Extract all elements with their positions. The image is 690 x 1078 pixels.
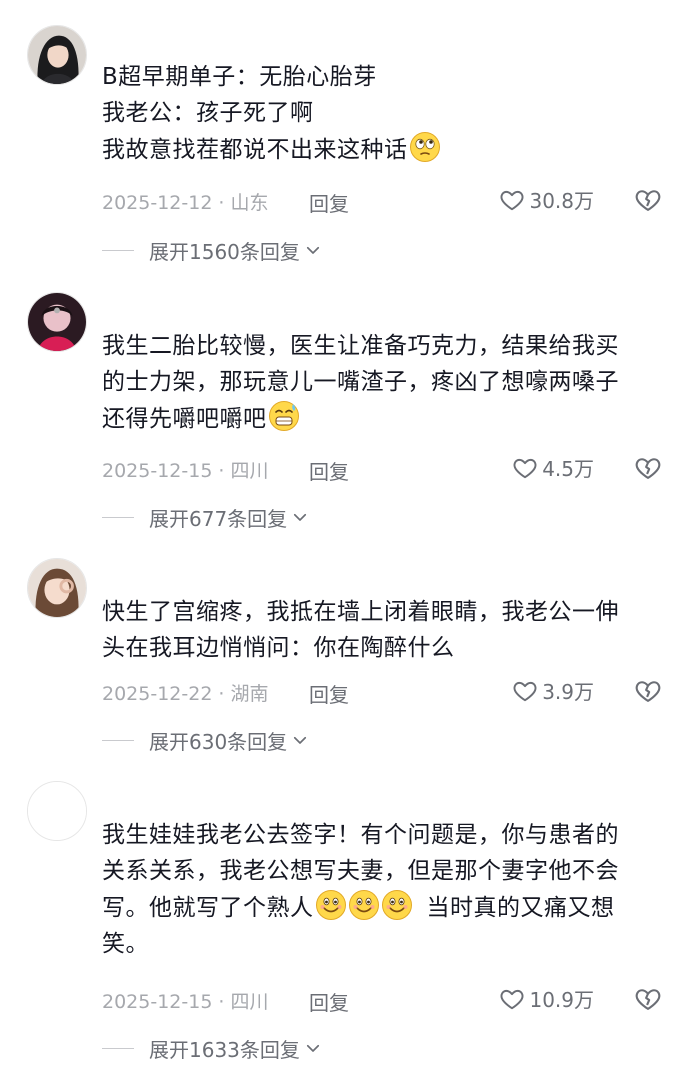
like-count: 10.9万 <box>529 988 594 1012</box>
expand-replies-label: 展开630条回复 <box>149 729 288 754</box>
reply-button[interactable]: 回复 <box>309 679 349 708</box>
chevron-down-icon <box>304 241 322 259</box>
heart-outline-icon <box>512 678 538 704</box>
rolling-eyes-emoji <box>409 131 441 163</box>
expand-replies-label: 展开1633条回复 <box>149 1037 300 1062</box>
divider <box>102 1047 134 1049</box>
comment-line: 还得先嚼吧嚼吧 <box>102 406 267 432</box>
expand-replies-button[interactable]: 展开1633条回复 <box>102 1033 322 1063</box>
smile-emoji <box>348 889 380 921</box>
comment-text: 我生娃娃我老公去签字！有个问题是，你与患者的 关系关系，我老公想写夫妻，但是那个… <box>102 817 662 962</box>
comment-text: 我生二胎比较慢，医生让准备巧克力，结果给我买 的士力架，那玩意儿一嘴渣子，疼凶了… <box>102 328 662 437</box>
comment-line: 我生娃娃我老公去签字！有个问题是，你与患者的 <box>102 822 619 848</box>
expand-replies-label: 展开677条回复 <box>149 506 288 531</box>
like-button[interactable]: 3.9万 <box>512 676 594 705</box>
divider <box>102 516 134 518</box>
comment-text: 快生了宫缩疼，我抵在墙上闭着眼睛，我老公一伸 头在我耳边悄悄问：你在陶醉什么 <box>102 594 662 666</box>
comment-line: 快生了宫缩疼，我抵在墙上闭着眼睛，我老公一伸 <box>102 599 619 625</box>
reply-button[interactable]: 回复 <box>309 456 349 485</box>
divider <box>102 739 134 741</box>
avatar[interactable] <box>27 292 87 352</box>
comment-line: 我故意找茬都说不出来这种话 <box>102 137 408 163</box>
grimace-sweat-emoji <box>268 400 300 432</box>
comment-line: 当时真的又痛又想 <box>426 895 615 921</box>
smile-emoji <box>315 889 347 921</box>
broken-heart-icon[interactable] <box>634 985 662 1013</box>
expand-replies-button[interactable]: 展开1560条回复 <box>102 235 322 265</box>
heart-outline-icon <box>499 986 525 1012</box>
comment-meta: 2025-12-12 · 山东 回复 30.8万 <box>102 185 662 217</box>
comment-date: 2025-12-15 <box>102 460 213 482</box>
comment-line: 头在我耳边悄悄问：你在陶醉什么 <box>102 635 455 661</box>
reply-button[interactable]: 回复 <box>309 987 349 1016</box>
comment-line: B超早期单子：无胎心胎芽 <box>102 64 377 90</box>
comment-meta: 2025-12-22 · 湖南 回复 3.9万 <box>102 676 662 708</box>
smile-emoji <box>381 889 413 921</box>
heart-outline-icon <box>512 455 538 481</box>
avatar[interactable] <box>27 25 87 85</box>
comment-date: 2025-12-22 <box>102 683 213 705</box>
comment-location: 四川 <box>230 460 269 482</box>
heart-outline-icon <box>499 187 525 213</box>
comment-line: 我生二胎比较慢，医生让准备巧克力，结果给我买 <box>102 333 619 359</box>
comment-location: 四川 <box>230 991 269 1013</box>
comment-location: 湖南 <box>230 683 269 705</box>
broken-heart-icon[interactable] <box>634 186 662 214</box>
chevron-down-icon <box>304 1039 322 1057</box>
like-count: 3.9万 <box>542 680 594 704</box>
avatar[interactable] <box>27 558 87 618</box>
like-count: 30.8万 <box>529 189 594 213</box>
comment-meta: 2025-12-15 · 四川 回复 4.5万 <box>102 453 662 485</box>
comment-text: B超早期单子：无胎心胎芽 我老公：孩子死了啊 我故意找茬都说不出来这种话 <box>102 59 662 168</box>
expand-replies-label: 展开1560条回复 <box>149 239 300 264</box>
broken-heart-icon[interactable] <box>634 454 662 482</box>
like-button[interactable]: 10.9万 <box>499 984 594 1013</box>
expand-replies-button[interactable]: 展开630条回复 <box>102 725 309 755</box>
comment-line: 的士力架，那玩意儿一嘴渣子，疼凶了想嚎两嗓子 <box>102 369 619 395</box>
comment-line: 关系关系，我老公想写夫妻，但是那个妻字他不会 <box>102 858 619 884</box>
broken-heart-icon[interactable] <box>634 677 662 705</box>
chevron-down-icon <box>291 731 309 749</box>
divider <box>102 249 134 251</box>
reply-button[interactable]: 回复 <box>309 188 349 217</box>
comment-date: 2025-12-15 <box>102 991 213 1013</box>
comment-meta: 2025-12-15 · 四川 回复 10.9万 <box>102 984 662 1016</box>
comment-line: 笑。 <box>102 931 149 957</box>
comment-date: 2025-12-12 <box>102 192 213 214</box>
avatar[interactable] <box>27 781 87 841</box>
like-count: 4.5万 <box>542 457 594 481</box>
comment-line: 写。他就写了个熟人 <box>102 895 314 921</box>
comment-location: 山东 <box>230 192 269 214</box>
like-button[interactable]: 30.8万 <box>499 185 594 214</box>
chevron-down-icon <box>291 508 309 526</box>
like-button[interactable]: 4.5万 <box>512 453 594 482</box>
comment-line: 我老公：孩子死了啊 <box>102 100 314 126</box>
expand-replies-button[interactable]: 展开677条回复 <box>102 502 309 532</box>
